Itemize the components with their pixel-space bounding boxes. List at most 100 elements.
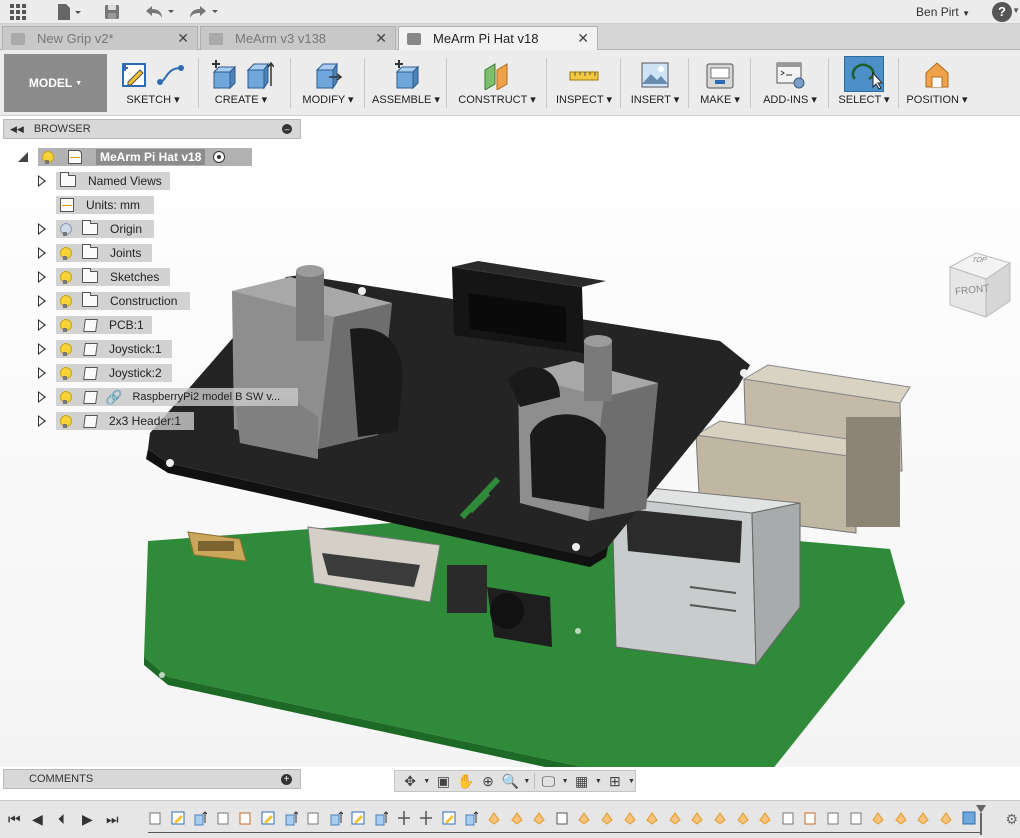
timeline-joint-icon[interactable] <box>916 810 930 826</box>
construct-group[interactable]: CONSTRUCT ▾ <box>452 54 542 112</box>
timeline-joint-icon[interactable] <box>736 810 750 826</box>
inspect-group[interactable]: INSPECT ▾ <box>552 54 616 112</box>
press-pull-icon[interactable] <box>313 60 343 90</box>
expand-icon[interactable] <box>38 271 46 283</box>
create-group[interactable]: CREATE ▾ <box>202 54 280 112</box>
timeline-move-icon[interactable] <box>397 810 411 826</box>
timeline-box-icon[interactable] <box>216 810 230 826</box>
timeline-extrude-icon[interactable] <box>193 810 208 826</box>
timeline-extrude-icon[interactable] <box>284 810 298 826</box>
expand-icon[interactable] <box>18 152 28 162</box>
position-icon[interactable] <box>922 60 952 90</box>
zoom-icon[interactable]: ⊕ <box>479 773 497 789</box>
timeline-joint-icon[interactable] <box>532 810 546 826</box>
tree-item-origin[interactable]: Origin <box>36 219 166 239</box>
visibility-bulb-icon[interactable] <box>60 390 72 404</box>
insert-group[interactable]: INSERT ▾ <box>626 54 684 112</box>
timeline-joint-icon[interactable] <box>690 810 704 826</box>
tree-item-joints[interactable]: Joints <box>36 243 166 263</box>
visibility-bulb-icon[interactable] <box>42 150 54 164</box>
timeline-sketch-icon[interactable] <box>351 810 365 826</box>
tab-new-grip[interactable]: New Grip v2* ✕ <box>2 26 198 50</box>
tree-item-header[interactable]: 2x3 Header:1 <box>36 411 206 431</box>
tab-mearm-pi-hat[interactable]: MeArm Pi Hat v18 ✕ <box>398 26 598 50</box>
new-component-icon[interactable] <box>391 60 421 90</box>
tree-item-sketches[interactable]: Sketches <box>36 267 176 287</box>
timeline-fillet-icon[interactable] <box>238 810 252 826</box>
timeline-comp-icon[interactable] <box>803 810 817 826</box>
app-grid-icon[interactable] <box>10 3 26 21</box>
measure-icon[interactable] <box>569 60 599 90</box>
add-ins-group[interactable]: ADD-INS ▾ <box>756 54 824 112</box>
expand-icon[interactable] <box>38 343 46 355</box>
timeline-extrude-icon[interactable] <box>329 810 343 826</box>
comments-panel[interactable]: COMMENTS + <box>3 769 301 789</box>
timeline-end-icon[interactable] <box>962 810 976 826</box>
tree-root[interactable]: MeArm Pi Hat v18 <box>18 147 252 167</box>
timeline-sketch-icon[interactable] <box>442 810 456 826</box>
assemble-group[interactable]: ASSEMBLE ▾ <box>370 54 442 112</box>
visibility-bulb-icon[interactable] <box>60 246 72 260</box>
3d-print-icon[interactable] <box>705 60 735 90</box>
expand-icon[interactable] <box>38 319 46 331</box>
pan-icon[interactable]: ✋ <box>457 773 475 789</box>
modify-group[interactable]: MODIFY ▾ <box>296 54 360 112</box>
timeline-box-icon[interactable] <box>826 810 840 826</box>
sketch-group[interactable]: SKETCH ▾ <box>112 54 194 112</box>
visibility-bulb-icon[interactable] <box>60 414 72 428</box>
look-at-icon[interactable]: ▣ <box>434 773 452 789</box>
make-group[interactable]: MAKE ▾ <box>694 54 746 112</box>
timeline-joint-icon[interactable] <box>577 810 591 826</box>
orbit-icon[interactable]: ✥ <box>401 773 419 789</box>
file-menu-icon[interactable] <box>56 3 82 21</box>
expand-icon[interactable] <box>38 367 46 379</box>
visibility-bulb-icon[interactable] <box>60 294 72 308</box>
extrude-icon[interactable] <box>244 60 274 90</box>
timeline-joint-icon[interactable] <box>871 810 885 826</box>
help-icon[interactable]: ? <box>992 2 1012 22</box>
view-cube-top[interactable]: TOP <box>971 257 988 264</box>
tree-item-construction[interactable]: Construction <box>36 291 196 311</box>
expand-icon[interactable] <box>38 295 46 307</box>
add-comment-icon[interactable]: + <box>281 774 292 785</box>
timeline-body-icon[interactable] <box>306 810 320 826</box>
timeline-box-icon[interactable] <box>148 810 162 826</box>
timeline-extrude-icon[interactable] <box>464 810 479 826</box>
timeline-joint-icon[interactable] <box>645 810 659 826</box>
view-cube[interactable]: TOP FRONT <box>946 249 1012 321</box>
sketch-line-icon[interactable] <box>156 60 186 90</box>
timeline-joint-icon[interactable] <box>600 810 614 826</box>
timeline-play-icon[interactable]: ▶ <box>82 811 93 828</box>
timeline-move-icon[interactable] <box>419 810 433 826</box>
workspace-switcher[interactable]: MODEL ▼ <box>4 54 107 112</box>
timeline-joint-icon[interactable] <box>939 810 953 826</box>
position-group[interactable]: POSITION ▾ <box>904 54 970 112</box>
timeline-joint-icon[interactable] <box>713 810 727 826</box>
display-settings-icon[interactable]: 🖵 <box>539 773 557 789</box>
visibility-bulb-icon[interactable] <box>60 342 72 356</box>
timeline-body-icon[interactable] <box>849 810 863 826</box>
insert-image-icon[interactable] <box>640 60 670 90</box>
timeline-box-icon[interactable] <box>781 810 795 826</box>
timeline-end-icon[interactable]: ⏭ <box>106 811 119 828</box>
tree-item-pcb[interactable]: PCB:1 <box>36 315 166 335</box>
undo-icon[interactable] <box>144 3 176 21</box>
timeline-link-icon[interactable] <box>555 810 569 826</box>
tree-item-named-views[interactable]: Named Views <box>36 171 176 191</box>
collapse-panel-icon[interactable]: ◀◀ <box>10 124 24 135</box>
viewports-icon[interactable]: ⊞ <box>606 773 624 789</box>
timeline-extrude-icon[interactable] <box>374 810 388 826</box>
zoom-window-icon[interactable]: 🔍 <box>501 773 519 789</box>
timeline-start-icon[interactable]: ⏮ <box>8 811 21 828</box>
expand-icon[interactable] <box>38 223 46 235</box>
close-icon[interactable]: ✕ <box>177 30 189 47</box>
expand-icon[interactable] <box>38 247 46 259</box>
select-icon[interactable] <box>844 56 884 92</box>
timeline-marker[interactable] <box>976 805 986 835</box>
tree-item-joystick-2[interactable]: Joystick:2 <box>36 363 186 383</box>
user-menu[interactable]: Ben Pirt ▼ <box>916 5 970 19</box>
timeline-joint-icon[interactable] <box>510 810 524 826</box>
timeline-sketch-icon[interactable] <box>171 810 185 826</box>
timeline-joint-icon[interactable] <box>668 810 682 826</box>
tree-item-raspberrypi[interactable]: 🔗 RaspberryPi2 model B SW v... <box>36 387 306 407</box>
